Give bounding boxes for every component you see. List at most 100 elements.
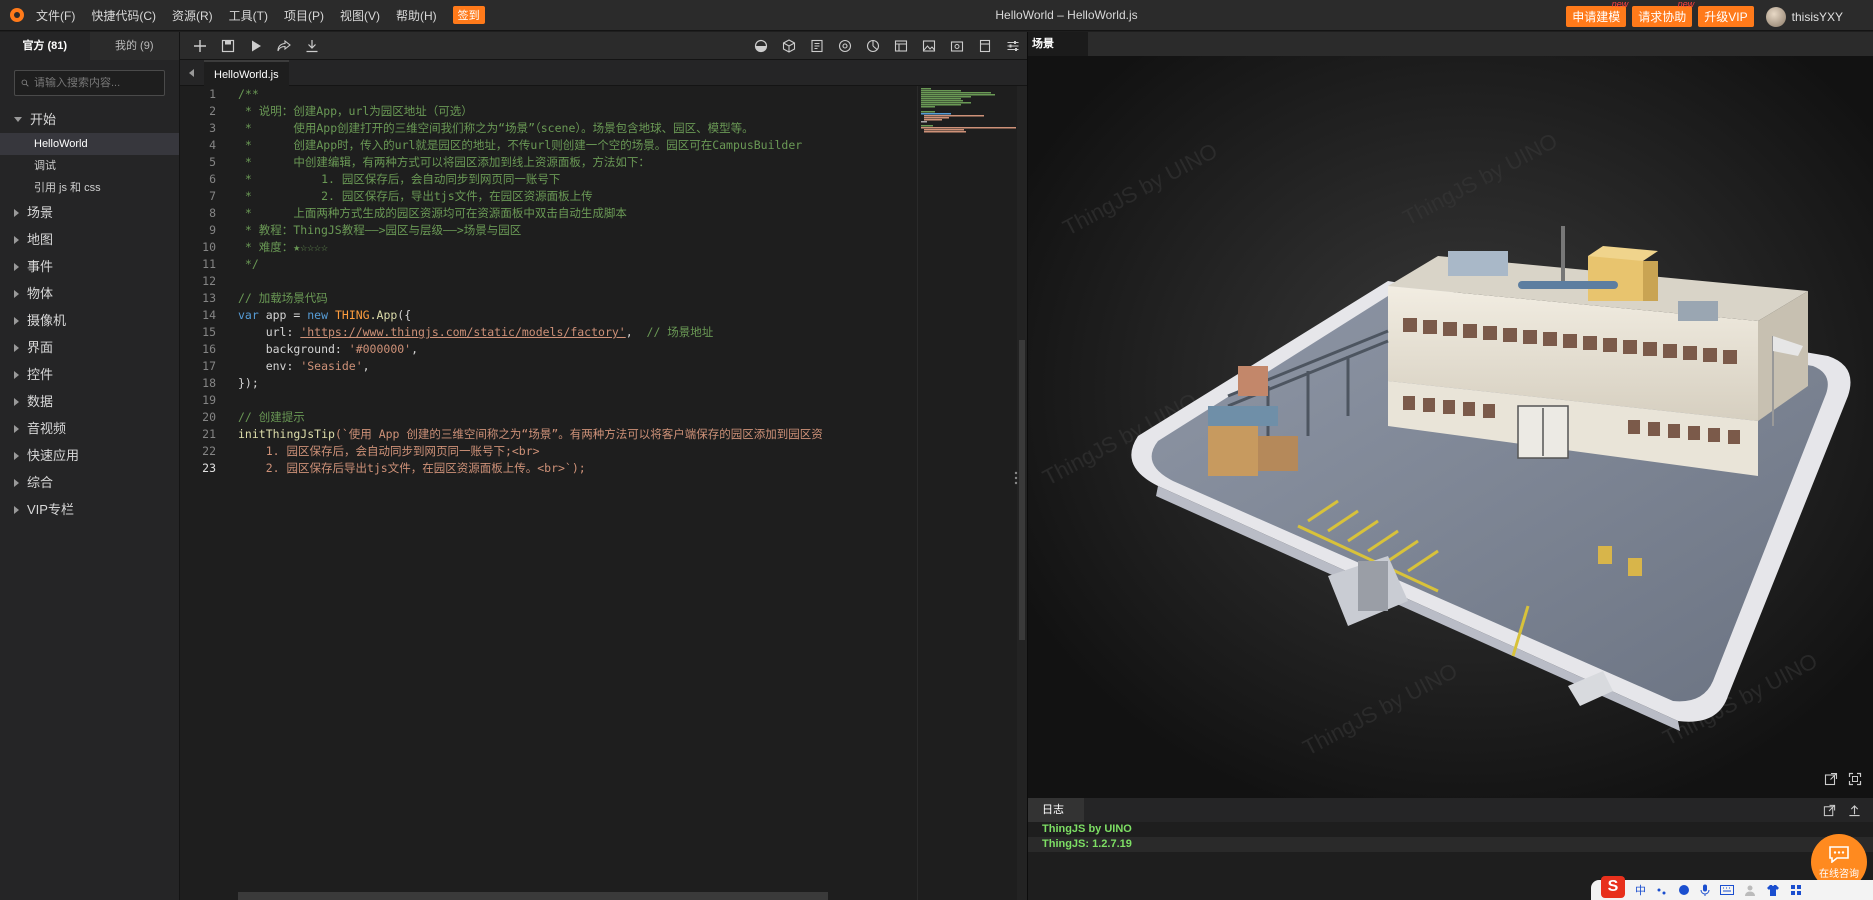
- line-number: 13: [202, 291, 216, 305]
- signin-button[interactable]: 签到: [452, 6, 485, 24]
- menu-view[interactable]: 视图(V): [340, 7, 380, 24]
- new-badge: new: [1677, 0, 1695, 9]
- code-token: // 场景地址: [646, 325, 714, 339]
- punctuation-icon[interactable]: [1656, 884, 1668, 896]
- menu-snippets[interactable]: 快捷代码(C): [91, 7, 156, 24]
- menu-file[interactable]: 文件(F): [36, 7, 75, 24]
- code-area[interactable]: 1 /** 2 * 说明：创建App，url为园区地址（可选） 3 * 使用App…: [180, 86, 917, 900]
- download-button[interactable]: [298, 32, 326, 60]
- scene-panel: 场景 ThingJS by UINO ThingJS by UINO Thing…: [1027, 32, 1873, 798]
- fullscreen-icon[interactable]: [1848, 772, 1862, 786]
- notes-button[interactable]: [971, 32, 999, 60]
- caret-right-icon: [14, 370, 19, 379]
- tree-node-vip[interactable]: VIP专栏: [0, 496, 179, 523]
- avatar[interactable]: [1765, 6, 1786, 27]
- caret-right-icon: [14, 343, 19, 352]
- share-button[interactable]: [270, 32, 298, 60]
- settings-button[interactable]: [999, 32, 1027, 60]
- docs-button[interactable]: [803, 32, 831, 60]
- code-text: /**: [238, 87, 259, 101]
- new-badge: new: [1611, 0, 1629, 9]
- horizontal-scrollbar[interactable]: [238, 892, 828, 900]
- image-button[interactable]: [915, 32, 943, 60]
- skin-icon[interactable]: [1766, 884, 1780, 896]
- search-input[interactable]: [34, 77, 164, 89]
- code-line: 9 * 教程：ThingJS教程——>园区与层级——>场景与园区: [180, 222, 917, 239]
- notebook-icon: [979, 39, 991, 52]
- popout-icon[interactable]: [1823, 804, 1836, 817]
- request-help-button[interactable]: 请求协助 new: [1632, 0, 1694, 27]
- tree-node-widget[interactable]: 控件: [0, 361, 179, 388]
- tree-item-helloworld[interactable]: HelloWorld: [0, 133, 179, 155]
- tab-official[interactable]: 官方 (81): [0, 32, 90, 60]
- tree-node-quick-app[interactable]: 快速应用: [0, 442, 179, 469]
- tab-helloworld-js[interactable]: HelloWorld.js: [204, 59, 289, 86]
- code-minimap[interactable]: [917, 86, 1017, 900]
- tree-node-ui[interactable]: 界面: [0, 334, 179, 361]
- tree-node-general[interactable]: 综合: [0, 469, 179, 496]
- pane-splitter-handle[interactable]: [1013, 470, 1027, 491]
- tree-node-scene[interactable]: 场景: [0, 199, 179, 226]
- layout-icon: [894, 39, 908, 52]
- save-button[interactable]: [214, 32, 242, 60]
- vertical-scrollbar[interactable]: [1017, 86, 1027, 900]
- menu-tools[interactable]: 工具(T): [229, 7, 268, 24]
- sliders-icon: [1007, 40, 1019, 51]
- ime-mode-label[interactable]: 中: [1635, 882, 1646, 898]
- tree-node-label: 事件: [27, 259, 54, 274]
- keyboard-icon[interactable]: [1720, 884, 1734, 896]
- tree-node-object[interactable]: 物体: [0, 280, 179, 307]
- tree-node-media[interactable]: 音视频: [0, 415, 179, 442]
- code-token: THING: [334, 308, 370, 322]
- upgrade-vip-button[interactable]: 升级VIP: [1698, 6, 1754, 27]
- menu-project[interactable]: 项目(P): [284, 7, 324, 24]
- charts-button[interactable]: [859, 32, 887, 60]
- line-number: 12: [202, 274, 216, 288]
- tab-log[interactable]: 日志: [1028, 798, 1084, 822]
- code-line: 16 background: '#000000',: [180, 341, 917, 358]
- code-text: // 加载场景代码: [238, 291, 328, 305]
- user-icon[interactable]: [1744, 884, 1756, 896]
- layout-button[interactable]: [887, 32, 915, 60]
- tree-node-event[interactable]: 事件: [0, 253, 179, 280]
- tree-node-start[interactable]: 开始: [0, 106, 179, 133]
- line-number: 17: [202, 359, 216, 373]
- effects-button[interactable]: [831, 32, 859, 60]
- tree-node-label: 开始: [30, 112, 57, 127]
- code-token: initThingJsTip: [238, 427, 335, 441]
- tree-node-map[interactable]: 地图: [0, 226, 179, 253]
- tree-node-data[interactable]: 数据: [0, 388, 179, 415]
- code-text: * 说明：创建App，url为园区地址（可选）: [238, 104, 473, 118]
- tree-item-debug[interactable]: 调试: [0, 155, 179, 177]
- code-url-link[interactable]: 'https://www.thingjs.com/static/models/f…: [300, 325, 625, 339]
- menu-resources[interactable]: 资源(R): [172, 7, 213, 24]
- new-file-button[interactable]: [186, 32, 214, 60]
- tab-mine[interactable]: 我的 (9): [90, 32, 180, 60]
- microphone-icon[interactable]: [1700, 884, 1710, 896]
- tree-node-camera[interactable]: 摄像机: [0, 307, 179, 334]
- ime-toolbar[interactable]: S 中: [1591, 876, 1873, 900]
- toolbar-right-group: [747, 32, 1027, 60]
- 3d-viewport[interactable]: ThingJS by UINO ThingJS by UINO ThingJS …: [1028, 56, 1873, 798]
- popout-icon[interactable]: [1824, 772, 1838, 786]
- upload-icon[interactable]: [1848, 804, 1861, 817]
- tree-item-import-js-css[interactable]: 引用 js 和 css: [0, 177, 179, 199]
- menu-help[interactable]: 帮助(H): [396, 7, 437, 24]
- drag-dots-icon: [1014, 471, 1018, 485]
- tab-scene[interactable]: 场景: [1028, 32, 1088, 56]
- tabs-scroll-left[interactable]: [180, 68, 204, 77]
- theme-button[interactable]: [747, 32, 775, 60]
- models-button[interactable]: [775, 32, 803, 60]
- grid-menu-icon[interactable]: [1790, 884, 1802, 896]
- emoji-icon[interactable]: [1678, 884, 1690, 896]
- pie-icon: [866, 39, 880, 52]
- screenshot-button[interactable]: [943, 32, 971, 60]
- code-text: });: [238, 376, 259, 390]
- chat-label: 在线咨询: [1819, 868, 1859, 880]
- plus-icon: [194, 39, 206, 52]
- username[interactable]: thisisYXY: [1792, 10, 1843, 24]
- request-modeling-button[interactable]: 申请建模 new: [1566, 0, 1628, 27]
- run-button[interactable]: [242, 32, 270, 60]
- viewport-controls: [1824, 772, 1862, 786]
- code-line: 1 /**: [180, 86, 917, 103]
